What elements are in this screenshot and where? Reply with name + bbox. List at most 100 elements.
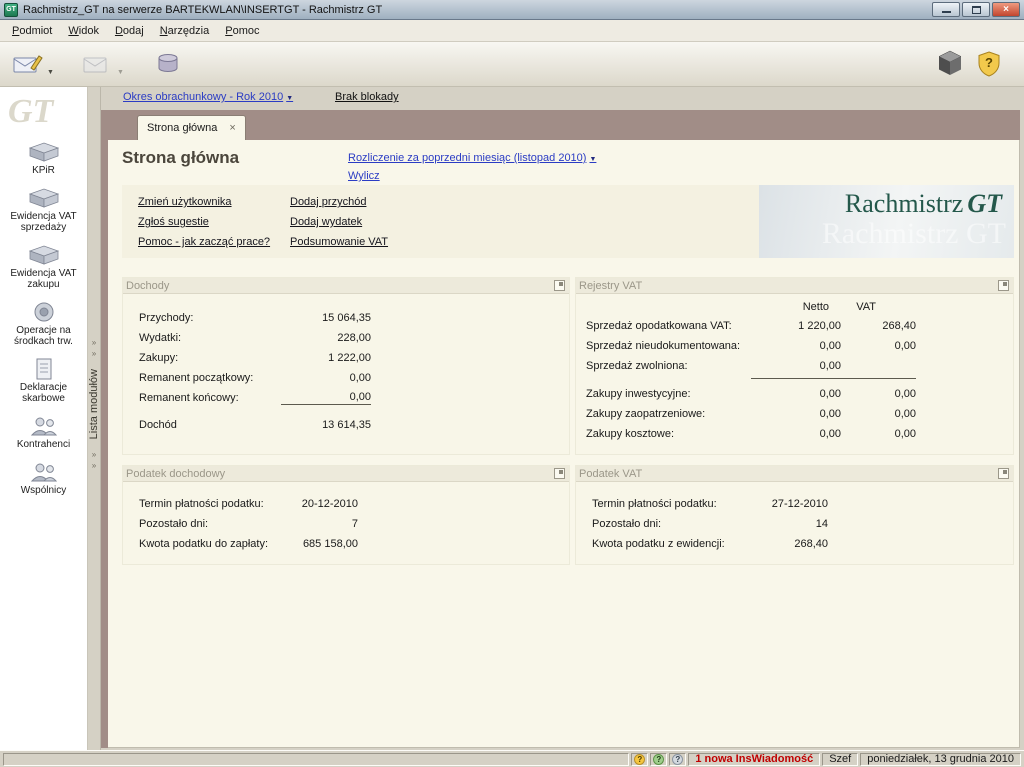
- current-user: Szef: [822, 752, 859, 766]
- sidebar-item-operacje-srodki-trwale[interactable]: Operacje na środkach trw.: [0, 301, 87, 347]
- data-row: Zakupy inwestycyjne: 0,00 0,00: [586, 388, 916, 400]
- sidebar-item-kpir[interactable]: KPiR: [0, 141, 87, 176]
- change-user-link[interactable]: Zmień użytkownika: [138, 192, 270, 212]
- brand-logo: Rachmistrz GT Rachmistrz GT: [759, 185, 1014, 258]
- add-income-link[interactable]: Dodaj przychód: [290, 192, 388, 212]
- data-row: Przychody: 15 064,35: [139, 312, 371, 324]
- ledger-icon: [28, 142, 59, 162]
- help-shield-icon[interactable]: ?: [978, 51, 1000, 77]
- tab-strip: Strona główna ×: [101, 110, 1020, 140]
- col-vat: VAT: [856, 301, 876, 313]
- data-cylinder-icon: [158, 54, 178, 72]
- open-in-window-icon[interactable]: [554, 280, 565, 291]
- content-accent-bar: [101, 140, 108, 748]
- tab-close-icon[interactable]: ×: [229, 122, 235, 134]
- question-mark: ?: [985, 55, 993, 70]
- document-icon: [36, 358, 51, 380]
- menubar: Podmiot Widok Dodaj Narzędzia Pomoc: [0, 20, 1024, 42]
- menu-widok[interactable]: Widok: [60, 22, 107, 40]
- chevron-icon: »: [91, 450, 97, 460]
- sidebar-item-kontrahenci[interactable]: Kontrahenci: [0, 415, 87, 450]
- menu-pomoc[interactable]: Pomoc: [217, 22, 267, 40]
- insmessage-link[interactable]: 1 nowa InsWiadomość: [695, 753, 813, 765]
- maximize-button[interactable]: [962, 2, 990, 17]
- statusbar-cell: ?: [650, 752, 668, 766]
- archive-icon[interactable]: [150, 48, 186, 80]
- close-button[interactable]: ×: [992, 2, 1020, 17]
- add-expense-link[interactable]: Dodaj wydatek: [290, 212, 388, 232]
- sidebar-item-ewidencja-vat-zakupu[interactable]: Ewidencja VAT zakupu: [0, 244, 87, 290]
- statusbar-cell: 1 nowa InsWiadomość: [688, 752, 821, 766]
- chevron-icon: »: [91, 461, 97, 471]
- gt-watermark: GT: [8, 93, 54, 130]
- open-in-window-icon[interactable]: [554, 468, 565, 479]
- chevron-icon: »: [91, 338, 97, 347]
- quick-links-panel: Zmień użytkownika Zgłoś sugestie Pomoc -…: [122, 185, 1014, 258]
- data-row: Zakupy: 1 222,00: [139, 352, 371, 364]
- people-icon: [30, 463, 57, 482]
- tab-strona-glowna[interactable]: Strona główna ×: [137, 115, 246, 140]
- menu-dodaj[interactable]: Dodaj: [107, 22, 152, 40]
- ledger-icon: [28, 188, 59, 208]
- data-row: Zakupy kosztowe: 0,00 0,00: [586, 428, 916, 440]
- people-icon: [30, 417, 57, 436]
- modules-cube-icon[interactable]: [938, 50, 962, 79]
- vat-summary-link[interactable]: Podsumowanie VAT: [290, 232, 388, 252]
- sum-divider: [751, 378, 916, 379]
- new-message-icon[interactable]: [10, 48, 46, 80]
- main-content: Strona główna Rozliczenie za poprzedni m…: [108, 140, 1020, 748]
- tab-label: Strona główna: [147, 122, 218, 134]
- data-row: Sprzedaż zwolniona: 0,00: [586, 360, 841, 372]
- panel-podatek-vat: Podatek VAT Termin płatności podatku: 27-…: [575, 465, 1014, 565]
- panel-title: Podatek dochodowy: [126, 467, 226, 480]
- menu-podmiot[interactable]: Podmiot: [4, 22, 60, 40]
- module-list-strip[interactable]: » » Lista modułów » »: [88, 87, 101, 750]
- sidebar-item-deklaracje-skarbowe[interactable]: Deklaracje skarbowe: [0, 358, 87, 404]
- status-date: poniedziałek, 13 grudnia 2010: [860, 752, 1021, 766]
- sidebar-item-wspolnicy[interactable]: Wspólnicy: [0, 461, 87, 496]
- panel-rejestry-vat: Rejestry VAT Netto VAT Sprzedaż opodatko…: [575, 277, 1014, 455]
- top-strip: Okres obrachunkowy - Rok 2010 ▼ Brak blok…: [101, 87, 1020, 110]
- lock-status-link[interactable]: Brak blokady: [335, 91, 399, 103]
- vat-column-headers: Netto VAT: [586, 298, 916, 316]
- open-in-window-icon[interactable]: [998, 468, 1009, 479]
- open-in-window-icon[interactable]: [998, 280, 1009, 291]
- chevron-icon: »: [91, 349, 97, 358]
- dropdown-caret-icon[interactable]: ▼: [117, 69, 124, 76]
- wheel-icon: [34, 302, 53, 322]
- calculate-link[interactable]: Wylicz: [348, 170, 380, 182]
- statusbar-spacer: [3, 752, 630, 766]
- data-row: Termin płatności podatku: 20-12-2010: [139, 498, 358, 510]
- module-sidebar: GT KPiR Ewidencja VAT sprzedaży Ewidencj…: [0, 87, 88, 750]
- col-netto: Netto: [802, 301, 829, 313]
- data-row: Remanent początkowy: 0,00: [139, 372, 371, 384]
- minimize-button[interactable]: [932, 2, 960, 17]
- menu-narzedzia[interactable]: Narzędzia: [152, 22, 218, 40]
- data-row: Kwota podatku do zapłaty: 685 158,00: [139, 538, 358, 550]
- sidebar-item-ewidencja-vat-sprzedazy[interactable]: Ewidencja VAT sprzedaży: [0, 187, 87, 233]
- connection-status-icon[interactable]: ?: [653, 753, 665, 765]
- caret-down-icon: ▼: [286, 95, 294, 102]
- data-row: Kwota podatku z ewidencji: 268,40: [592, 538, 828, 550]
- data-row: Sprzedaż nieudokumentowana: 0,00 0,00: [586, 340, 916, 352]
- info-status-icon[interactable]: ?: [672, 753, 684, 765]
- data-row: Termin płatności podatku: 27-12-2010: [592, 498, 828, 510]
- panel-title: Dochody: [126, 279, 170, 292]
- data-row: Pozostało dni: 14: [592, 518, 828, 530]
- data-row: Pozostało dni: 7: [139, 518, 358, 530]
- caret-down-icon: ▼: [589, 156, 597, 163]
- accounting-period-link[interactable]: Okres obrachunkowy - Rok 2010 ▼: [123, 91, 293, 103]
- dropdown-caret-icon[interactable]: ▼: [47, 69, 54, 76]
- previous-month-settlement-link[interactable]: Rozliczenie za poprzedni miesiąc (listop…: [348, 152, 596, 164]
- send-message-icon[interactable]: [80, 48, 116, 80]
- help-status-icon[interactable]: ?: [634, 753, 646, 765]
- data-row: Remanent końcowy: 0,00: [139, 391, 371, 405]
- panel-title: Rejestry VAT: [579, 279, 643, 292]
- statusbar-cell: ?: [669, 752, 687, 766]
- titlebar: GT Rachmistrz_GT na serwerze BARTEKWLAN\…: [0, 0, 1024, 20]
- suggest-link[interactable]: Zgłoś sugestie: [138, 212, 270, 232]
- envelope-pen-icon: [13, 55, 43, 73]
- module-strip-label: Lista modułów: [88, 369, 100, 440]
- panel-podatek-dochodowy: Podatek dochodowy Termin płatności podat…: [122, 465, 570, 565]
- help-getting-started-link[interactable]: Pomoc - jak zacząć prace?: [138, 232, 270, 252]
